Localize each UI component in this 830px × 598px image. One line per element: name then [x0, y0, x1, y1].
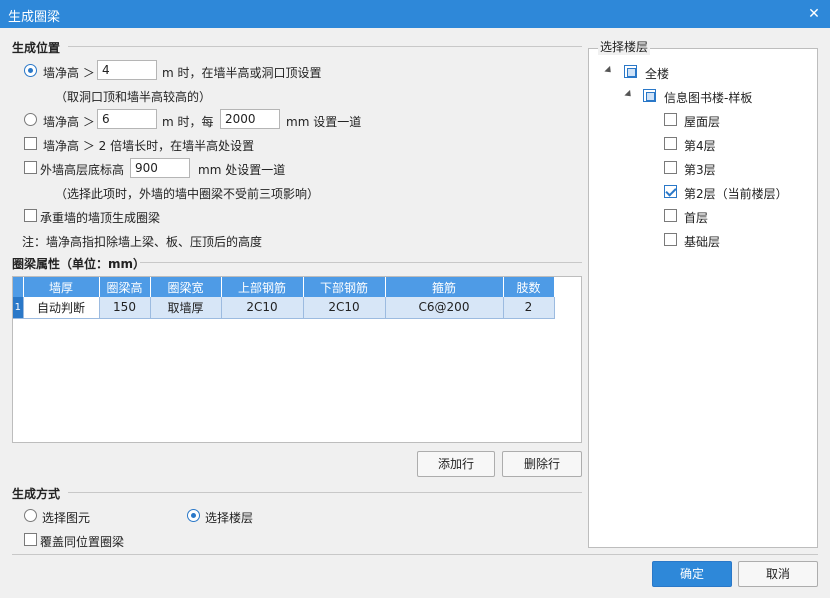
position-section-title: 生成位置: [12, 41, 61, 55]
floor-checkbox-4[interactable]: [664, 137, 677, 150]
floor-checkbox-first[interactable]: [664, 209, 677, 222]
props-table: 墙厚 圈梁高 圈梁宽 上部钢筋 下部钢筋 箍筋 肢数 1 自动判断 150 取墙…: [13, 277, 555, 319]
floor-label: 第3层: [684, 163, 716, 177]
building-label: 信息图书楼-样板: [664, 91, 753, 105]
opt4-suffix: mm 处设置一道: [198, 163, 286, 177]
floor-checkbox-roof[interactable]: [664, 113, 677, 126]
building-checkbox[interactable]: [643, 89, 656, 102]
footnote: 注：墙净高指扣除墙上梁、板、压顶后的高度: [22, 235, 263, 249]
window-title: 生成圈梁: [8, 10, 61, 25]
col-header-top-rebar[interactable]: 上部钢筋: [221, 277, 304, 297]
row-index[interactable]: 1: [13, 297, 24, 319]
col-header-legs[interactable]: 肢数: [503, 277, 555, 297]
opt2-suffix: mm 设置一道: [286, 115, 362, 129]
cancel-button[interactable]: 取消: [738, 561, 818, 587]
col-header-bottom-rebar[interactable]: 下部钢筋: [303, 277, 386, 297]
table-cell[interactable]: 2C10: [303, 297, 386, 319]
select-floor-radio[interactable]: [187, 509, 200, 522]
overwrite-label: 覆盖同位置圈梁: [40, 535, 125, 549]
col-header-beam-width[interactable]: 圈梁宽: [150, 277, 222, 297]
floor-checkbox-foundation[interactable]: [664, 233, 677, 246]
floor-label: 第2层（当前楼层）: [684, 187, 788, 201]
opt3-label: 墙净高 ＞ 2 倍墙长时，在墙半高处设置: [43, 139, 255, 153]
select-floor-label: 选择楼层: [205, 511, 254, 525]
table-cell[interactable]: C6@200: [385, 297, 504, 319]
close-icon[interactable]: ✕: [804, 4, 824, 24]
opt1-radio[interactable]: [24, 64, 37, 77]
opt2-radio[interactable]: [24, 113, 37, 126]
opt1-note: （取洞口顶和墙半高较高的）: [55, 90, 212, 104]
col-header-stirrup[interactable]: 箍筋: [385, 277, 504, 297]
opt3-checkbox[interactable]: [24, 137, 37, 150]
floor-checkbox-2[interactable]: [664, 185, 677, 198]
opt4-checkbox[interactable]: [24, 161, 37, 174]
table-cell[interactable]: 取墙厚: [150, 297, 222, 319]
table-cell[interactable]: 150: [99, 297, 151, 319]
method-section-title: 生成方式: [12, 487, 61, 501]
col-header-wall-thickness[interactable]: 墙厚: [23, 277, 100, 297]
floor-checkbox-3[interactable]: [664, 161, 677, 174]
row-header-corner: [13, 277, 24, 297]
opt1-height-input[interactable]: [97, 60, 157, 80]
opt2-height-input[interactable]: [97, 109, 157, 129]
opt2-spacing-input[interactable]: [220, 109, 280, 129]
select-element-radio[interactable]: [24, 509, 37, 522]
opt1-label: 墙净高 ＞: [43, 66, 95, 80]
overwrite-checkbox[interactable]: [24, 533, 37, 546]
delete-row-button[interactable]: 删除行: [502, 451, 582, 477]
props-section-title: 圈梁属性（单位：mm）: [12, 257, 146, 271]
floor-section-title: 选择楼层: [598, 38, 651, 55]
col-header-beam-height[interactable]: 圈梁高: [99, 277, 151, 297]
opt4-label: 外墙高层底标高: [40, 163, 125, 177]
title-bar: 生成圈梁 ✕: [0, 0, 830, 28]
ok-button[interactable]: 确定: [652, 561, 732, 587]
opt5-checkbox[interactable]: [24, 209, 37, 222]
add-row-button[interactable]: 添加行: [417, 451, 495, 477]
opt2-mid: m 时，每: [162, 115, 214, 129]
floor-label: 首层: [684, 211, 709, 225]
opt5-label: 承重墙的墙顶生成圈梁: [40, 211, 161, 225]
divider: [68, 46, 582, 47]
divider: [140, 262, 582, 263]
opt4-note: （选择此项时，外墙的墙中圈梁不受前三项影响）: [55, 187, 320, 201]
select-element-label: 选择图元: [42, 511, 91, 525]
table-cell[interactable]: 自动判断: [23, 297, 100, 319]
table-cell[interactable]: 2: [503, 297, 555, 319]
floor-label: 第4层: [684, 139, 716, 153]
floor-label: 屋面层: [684, 115, 721, 129]
opt1-suffix: m 时，在墙半高或洞口顶设置: [162, 66, 322, 80]
opt2-label: 墙净高 ＞: [43, 115, 95, 129]
divider: [68, 492, 582, 493]
all-floors-checkbox[interactable]: [624, 65, 637, 78]
opt4-elevation-input[interactable]: [130, 158, 190, 178]
table-row[interactable]: 1 自动判断 150 取墙厚 2C10 2C10 C6@200 2: [13, 297, 555, 319]
table-cell[interactable]: 2C10: [221, 297, 304, 319]
footer-divider: [12, 554, 818, 555]
all-floors-label: 全楼: [645, 67, 670, 81]
props-table-container[interactable]: 墙厚 圈梁高 圈梁宽 上部钢筋 下部钢筋 箍筋 肢数 1 自动判断 150 取墙…: [12, 276, 582, 443]
floor-label: 基础层: [684, 235, 721, 249]
